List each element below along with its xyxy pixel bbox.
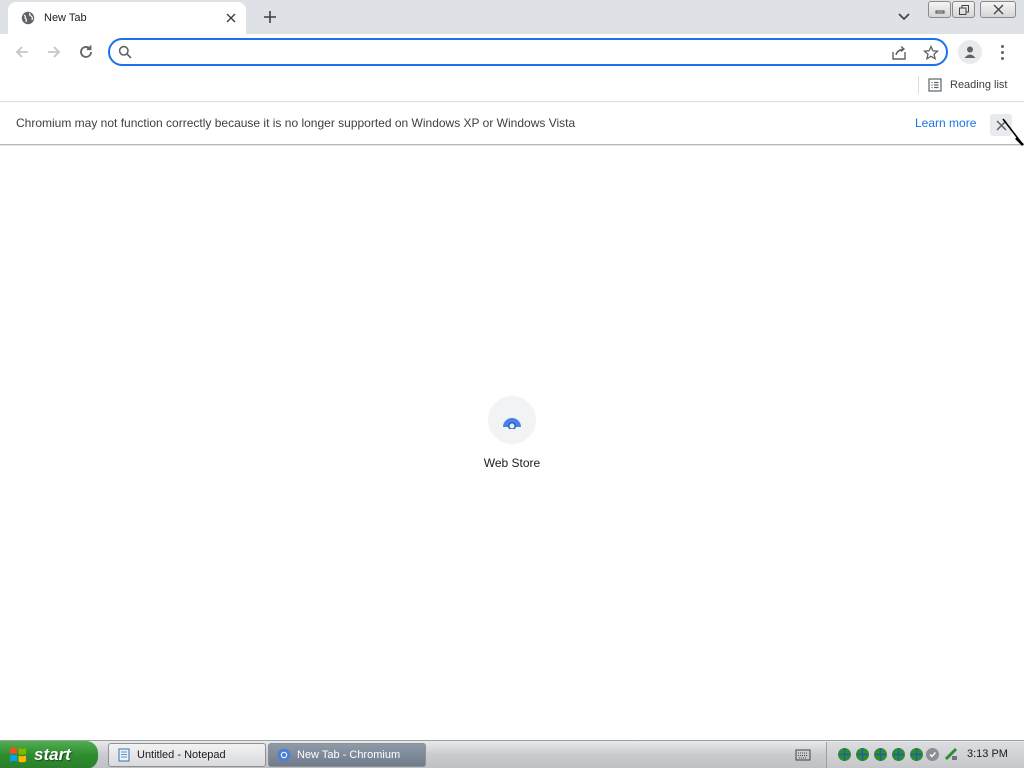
tab-search-button[interactable]: [894, 8, 914, 26]
network-icon[interactable]: [909, 747, 924, 762]
chevron-down-icon: [898, 13, 910, 21]
restore-icon: [958, 4, 969, 15]
taskbar-item-chromium[interactable]: New Tab - Chromium: [268, 743, 426, 767]
address-input[interactable]: [140, 43, 880, 61]
back-arrow-icon: [15, 46, 28, 58]
notepad-icon: [118, 748, 130, 762]
tab-new-tab[interactable]: New Tab: [8, 2, 246, 34]
bookmarks-separator: [918, 76, 919, 94]
toolbar: [0, 34, 1024, 70]
globe-icon: [20, 10, 36, 26]
close-icon: [993, 4, 1003, 15]
network-icon[interactable]: [837, 747, 852, 762]
safely-remove-hardware-icon[interactable]: [944, 747, 959, 762]
profile-avatar-button[interactable]: [958, 40, 982, 64]
reading-list-label: Reading list: [950, 79, 1008, 91]
share-icon[interactable]: [890, 44, 908, 62]
screen: New Tab Reading list Chromium may not fu…: [0, 0, 1024, 768]
tab-close-icon[interactable]: [222, 9, 240, 27]
person-icon: [964, 46, 976, 58]
back-button[interactable]: [9, 39, 35, 65]
unsupported-os-infobar: Chromium may not function correctly beca…: [0, 103, 1024, 145]
reload-button[interactable]: [73, 39, 99, 65]
tab-strip: New Tab: [0, 0, 1024, 34]
keyboard-icon[interactable]: [795, 747, 811, 761]
bookmark-star-icon[interactable]: [922, 44, 940, 62]
reload-icon: [80, 45, 92, 58]
web-store-icon: [488, 396, 536, 444]
search-icon: [118, 45, 132, 59]
windows-logo-icon: [10, 747, 26, 763]
clock[interactable]: 3:13 PM: [967, 748, 1008, 760]
chromium-icon: [277, 748, 291, 762]
mouse-pointer-icon: [1002, 118, 1024, 146]
reading-list-button[interactable]: Reading list: [928, 75, 1007, 95]
network-icon[interactable]: [891, 747, 906, 762]
restore-button[interactable]: [952, 1, 975, 18]
menu-dot: [1000, 50, 1004, 54]
network-icon[interactable]: [873, 747, 888, 762]
forward-button[interactable]: [41, 39, 67, 65]
task-label: New Tab - Chromium: [297, 749, 401, 761]
shortcut-label: Web Store: [483, 456, 541, 470]
taskbar-item-notepad[interactable]: Untitled - Notepad: [108, 743, 266, 767]
shortcut-tile-web-store[interactable]: Web Store: [472, 396, 552, 480]
task-label: Untitled - Notepad: [137, 749, 226, 761]
start-button[interactable]: start: [0, 741, 98, 768]
minimize-icon: [935, 10, 944, 13]
security-icon[interactable]: [925, 747, 940, 762]
address-bar[interactable]: [108, 38, 948, 66]
forward-arrow-icon: [48, 46, 61, 58]
tab-title: New Tab: [44, 12, 87, 24]
bookmarks-bar: Reading list: [0, 70, 1024, 102]
learn-more-link[interactable]: Learn more: [915, 116, 976, 130]
taskbar: start Untitled - Notepad New Tab - Chrom…: [0, 740, 1024, 768]
new-tab-button[interactable]: [258, 6, 282, 28]
network-icon[interactable]: [855, 747, 870, 762]
system-tray: 3:13 PM: [826, 742, 1024, 768]
reading-list-icon: [928, 78, 942, 92]
close-window-button[interactable]: [980, 1, 1016, 18]
minimize-button[interactable]: [928, 1, 951, 18]
start-label: start: [34, 745, 71, 764]
menu-button[interactable]: [992, 40, 1012, 64]
infobar-message: Chromium may not function correctly beca…: [16, 116, 576, 130]
menu-dot: [1000, 56, 1004, 60]
menu-dot: [1000, 44, 1004, 48]
new-tab-page: Web Store: [0, 146, 1024, 740]
plus-icon: [264, 11, 276, 23]
